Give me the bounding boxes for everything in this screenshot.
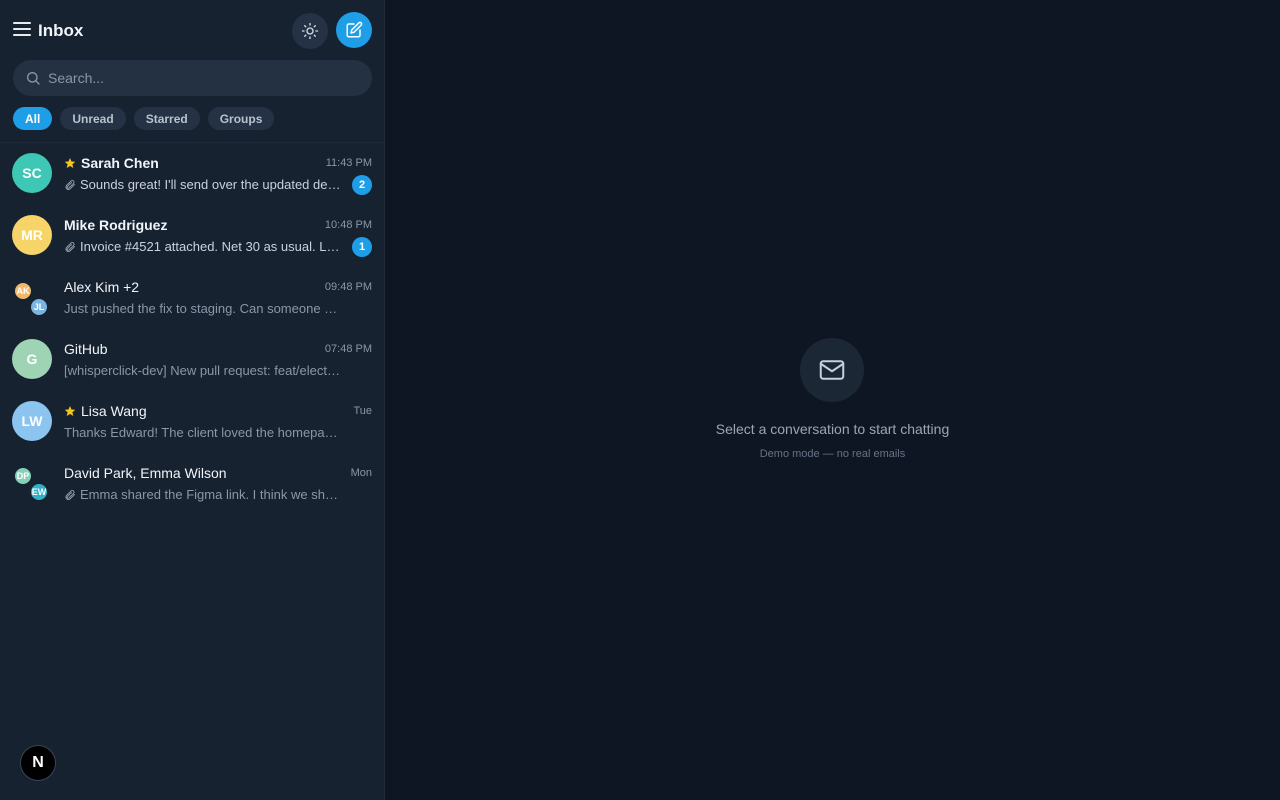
message-preview: [whisperclick-dev] New pull request: fea… [64,363,344,378]
search-bar [13,60,372,96]
compose-button[interactable] [336,12,372,48]
conversation-name: Sarah Chen [64,155,159,171]
timestamp: Tue [353,405,372,417]
avatar: MR [12,215,52,255]
message-preview: Emma shared the Figma link. I think we s… [64,487,344,502]
page-title: Inbox [38,21,84,40]
group-avatar: EW [29,482,49,502]
message-preview: Just pushed the fix to staging. Can some… [64,301,344,316]
preview-text: Sounds great! I'll send over the updated… [80,177,344,192]
contact-name: Alex Kim +2 [64,279,140,295]
conversation-name: Lisa Wang [64,403,147,419]
paperclip-icon [64,179,76,191]
paperclip-icon [64,489,76,501]
conversation-list: SC Sarah Chen 11:43 PM Sounds great! I'l… [0,143,384,515]
timestamp: 10:48 PM [324,219,372,231]
unread-badge: 2 [352,175,372,195]
message-preview: Invoice #4521 attached. Net 30 as usual.… [64,239,344,254]
avatar: G [12,339,52,379]
contact-name: Mike Rodriguez [64,217,168,233]
hamburger-menu-icon[interactable] [13,22,31,38]
app: Inbox Search... All Unread Starred Group… [0,0,1280,800]
search-input[interactable] [48,70,348,86]
empty-state-subtitle: Demo mode — no real emails [759,448,906,460]
sidebar: Inbox Search... All Unread Starred Group… [0,0,385,800]
conversation-item[interactable]: SC Sarah Chen 11:43 PM Sounds great! I'l… [0,143,384,205]
timestamp: Mon [350,467,372,479]
compose-icon [346,21,363,38]
empty-state-title: Select a conversation to start chatting [715,421,950,437]
preview-text: Emma shared the Figma link. I think we s… [80,487,344,502]
preview-text: Just pushed the fix to staging. Can some… [64,301,344,316]
filter-chips: All Unread Starred Groups [13,107,275,130]
conversation-item[interactable]: MR Mike Rodriguez 10:48 PM Invoice #4521… [0,205,384,267]
timestamp: 07:48 PM [324,343,372,355]
theme-toggle-button[interactable] [292,13,328,49]
avatar: LW [12,401,52,441]
dev-tools-badge[interactable]: N [20,745,56,781]
timestamp: 09:48 PM [324,281,372,293]
conversation-name: GitHub [64,341,108,357]
preview-text: [whisperclick-dev] New pull request: fea… [64,363,344,378]
sidebar-header: Inbox [0,0,384,60]
contact-name: David Park, Emma Wilson [64,465,227,481]
star-icon [64,158,76,168]
filter-groups[interactable]: Groups [207,107,275,130]
filter-starred[interactable]: Starred [133,107,200,130]
conversation-item[interactable]: AK JL Alex Kim +2 09:48 PM Just pushed t… [0,267,384,329]
avatar: SC [12,153,52,193]
conversation-name: Alex Kim +2 [64,279,139,295]
unread-badge: 1 [352,237,372,257]
filter-unread[interactable]: Unread [60,107,126,130]
conversation-pane: Select a conversation to start chatting … [385,0,1280,800]
message-preview: Thanks Edward! The client loved the home… [64,425,344,440]
mail-icon [800,338,864,402]
conversation-item[interactable]: DP EW David Park, Emma Wilson Mon Emma s… [0,453,384,515]
preview-text: Thanks Edward! The client loved the home… [64,425,344,440]
search-icon [25,70,41,86]
contact-name: Lisa Wang [81,403,147,419]
conversation-item[interactable]: G GitHub 07:48 PM [whisperclick-dev] New… [0,329,384,391]
contact-name: GitHub [64,341,108,357]
conversation-name: David Park, Emma Wilson [64,465,227,481]
conversation-item[interactable]: LW Lisa Wang Tue Thanks Edward! The clie… [0,391,384,453]
group-avatar: JL [29,297,49,317]
timestamp: 11:43 PM [325,157,372,169]
contact-name: Sarah Chen [81,155,159,171]
filter-all[interactable]: All [13,107,53,130]
group-avatar: AK [13,281,33,301]
sun-icon [301,22,319,40]
group-avatar: DP [13,466,33,486]
message-preview: Sounds great! I'll send over the updated… [64,177,344,192]
conversation-name: Mike Rodriguez [64,217,167,233]
paperclip-icon [64,241,76,253]
star-icon [64,406,76,416]
preview-text: Invoice #4521 attached. Net 30 as usual.… [80,239,344,254]
